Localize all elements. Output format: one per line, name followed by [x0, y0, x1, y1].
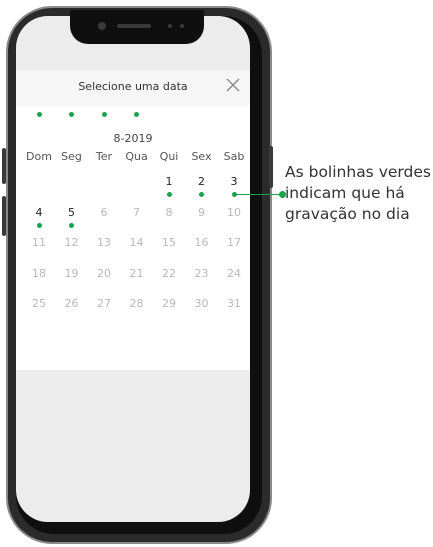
volume-up-button	[2, 148, 6, 184]
day-9: 9	[198, 205, 205, 219]
day-28: 28	[129, 297, 144, 310]
day-14: 14	[129, 236, 144, 249]
phone-screen: Selecione uma data 8-2019 Dom Seg Ter Qua Qu…	[16, 16, 250, 522]
day-6: 6	[100, 205, 108, 219]
callout-line: gravação no dia	[285, 205, 410, 223]
day-10: 10	[227, 205, 241, 219]
close-icon[interactable]	[224, 76, 242, 94]
weekday-label: Sab	[223, 150, 245, 163]
day-16: 16	[194, 236, 209, 249]
month-label: 8-2019	[113, 132, 153, 145]
day-17: 17	[227, 236, 241, 249]
recording-dot	[69, 222, 74, 228]
recording-dot	[101, 112, 107, 117]
volume-down-button	[2, 196, 6, 236]
proximity-sensor	[168, 24, 172, 28]
day-13: 13	[97, 236, 111, 249]
weekday-label: Dom	[26, 150, 52, 163]
day-27: 27	[97, 297, 111, 310]
weekday-label: Sex	[191, 150, 212, 163]
day-25: 25	[32, 297, 46, 310]
day-5[interactable]: 5	[56, 206, 88, 219]
front-camera	[98, 22, 106, 30]
day-2[interactable]: 2	[186, 175, 218, 188]
day-29: 29	[162, 297, 176, 310]
day-3[interactable]: 3	[218, 175, 250, 188]
day-23: 23	[194, 266, 209, 280]
day-19: 19	[64, 266, 79, 280]
recording-dot	[69, 112, 74, 117]
recording-dot	[36, 112, 42, 117]
date-picker-header: Selecione uma data	[16, 70, 250, 106]
day-30: 30	[194, 297, 209, 310]
day-18: 18	[32, 266, 46, 280]
callout-line: indicam que há	[285, 184, 405, 202]
recording-dots-callout: As bolinhas verdes indicam que há gravaç…	[285, 162, 431, 225]
day-22: 22	[162, 266, 176, 280]
weekday-label: Ter	[95, 150, 113, 163]
day-8: 8	[165, 205, 173, 219]
date-picker-sheet: Selecione uma data 8-2019 Dom Seg Ter Qua Qu…	[16, 70, 250, 370]
day-15: 15	[162, 236, 176, 249]
weekday-label: Qui	[159, 150, 179, 163]
day-7: 7	[133, 205, 140, 219]
weekday-label: Seg	[61, 150, 82, 163]
ambient-sensor	[180, 24, 184, 28]
earpiece-speaker	[117, 24, 151, 28]
day-21: 21	[129, 266, 144, 280]
day-24: 24	[227, 266, 241, 280]
day-31: 31	[227, 297, 241, 310]
date-picker-title: Selecione uma data	[78, 80, 188, 93]
recording-dot	[166, 192, 172, 197]
recording-dot	[199, 192, 204, 197]
day-12: 12	[64, 236, 79, 249]
day-1[interactable]: 1	[153, 175, 185, 188]
callout-leader-line	[236, 194, 282, 195]
day-20: 20	[97, 266, 111, 280]
recording-dot	[36, 222, 42, 228]
callout-line: As bolinhas verdes	[285, 163, 431, 181]
weekday-label: Qua	[125, 150, 148, 163]
recording-dot	[134, 112, 139, 117]
day-26: 26	[64, 297, 79, 310]
power-button	[269, 146, 273, 188]
day-4[interactable]: 4	[23, 206, 55, 219]
day-11: 11	[32, 236, 46, 249]
